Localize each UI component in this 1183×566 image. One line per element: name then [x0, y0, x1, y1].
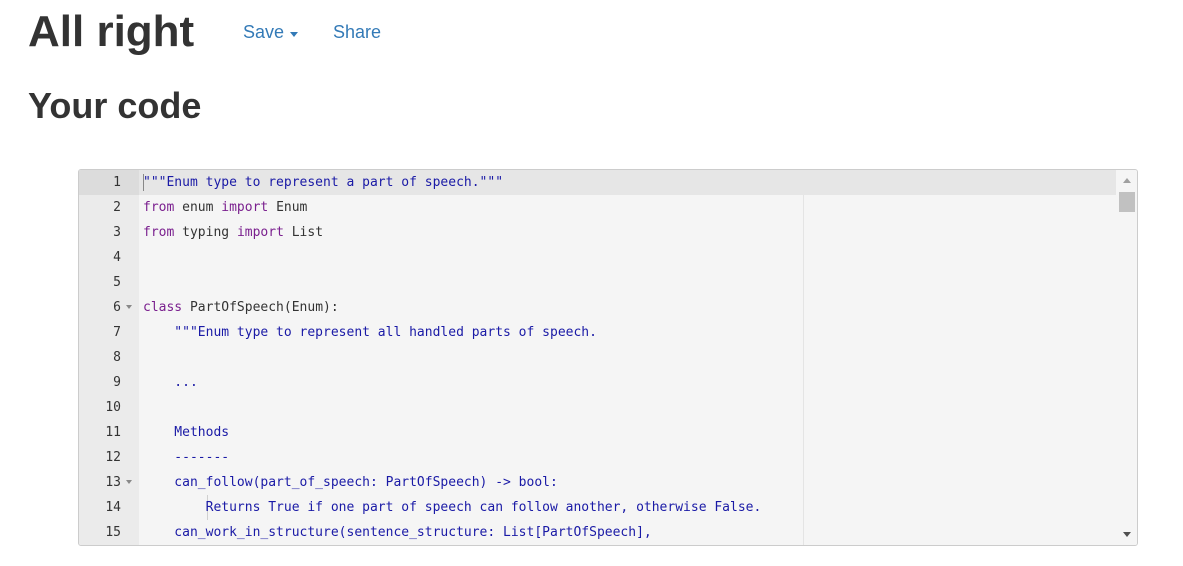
- fold-toggle-icon[interactable]: [126, 305, 132, 309]
- code-editor[interactable]: 1 """Enum type to represent a part of spe…: [78, 169, 1138, 546]
- code-string: can_follow(part_of_speech: PartOfSpeech)…: [143, 475, 558, 490]
- scroll-down-arrow-icon[interactable]: [1123, 532, 1131, 537]
- code-text: from typing import List: [143, 220, 323, 245]
- code-text: can_follow(part_of_speech: PartOfSpeech)…: [143, 470, 558, 495]
- line-number: 1: [79, 170, 139, 195]
- code-string: Returns True if one part of speech can f…: [143, 500, 762, 515]
- code-text: class PartOfSpeech(Enum):: [143, 295, 339, 320]
- line-number: 14: [105, 500, 121, 515]
- line-number: 12: [105, 450, 121, 465]
- code-text: """Enum type to represent all handled pa…: [143, 320, 597, 345]
- code-text: ...: [143, 370, 198, 395]
- caret-down-icon: [290, 31, 299, 37]
- code-text: Returns True if one part of speech can f…: [143, 495, 762, 520]
- code-lines[interactable]: 1 """Enum type to represent a part of spe…: [79, 170, 1116, 545]
- code-line[interactable]: 11 Methods: [79, 420, 1116, 445]
- line-number: 8: [113, 350, 121, 365]
- line-number: 5: [113, 275, 121, 290]
- code-line[interactable]: 9 ...: [79, 370, 1116, 395]
- scroll-up-arrow-icon[interactable]: [1123, 178, 1131, 183]
- code-line[interactable]: 14 Returns True if one part of speech ca…: [79, 495, 1116, 520]
- code-text: Methods: [143, 420, 229, 445]
- code-keyword: from: [143, 225, 175, 240]
- line-number: 2: [113, 200, 121, 215]
- line-number: 11: [105, 425, 121, 440]
- fold-toggle-icon[interactable]: [126, 480, 132, 484]
- text-cursor: [143, 174, 144, 191]
- code-string: can_work_in_structure(sentence_structure…: [143, 525, 652, 540]
- code-keyword: import: [236, 225, 284, 240]
- code-text: from enum import Enum: [143, 195, 307, 220]
- code-token: typing: [174, 225, 237, 240]
- line-number: 4: [113, 250, 121, 265]
- page-title: All right: [28, 7, 195, 56]
- code-keyword: from: [143, 200, 175, 215]
- code-line[interactable]: 4: [79, 245, 1116, 270]
- code-text: -------: [143, 445, 229, 470]
- scrollbar-thumb[interactable]: [1119, 192, 1135, 212]
- code-token: List: [283, 225, 324, 240]
- code-string: """Enum type to represent all handled pa…: [143, 325, 597, 340]
- page-header: All right: [28, 4, 194, 60]
- code-string: Methods: [143, 425, 230, 440]
- code-string: """Enum type to represent a part of spee…: [143, 175, 504, 190]
- section-title: Your code: [28, 85, 202, 126]
- share-link[interactable]: Share: [333, 22, 381, 43]
- line-number: 9: [113, 375, 121, 390]
- code-line[interactable]: 2 from enum import Enum: [79, 195, 1116, 220]
- line-number: 15: [105, 525, 121, 540]
- code-line[interactable]: 3 from typing import List: [79, 220, 1116, 245]
- save-label: Save: [243, 22, 285, 42]
- code-line[interactable]: 1 """Enum type to represent a part of spe…: [79, 170, 1116, 195]
- code-line[interactable]: 5: [79, 270, 1116, 295]
- code-token: PartOfSpeech(Enum):: [182, 300, 339, 315]
- code-text: can_work_in_structure(sentence_structure…: [143, 520, 652, 545]
- save-dropdown-button[interactable]: Save: [243, 22, 299, 43]
- line-number: 10: [105, 400, 121, 415]
- code-line[interactable]: 8: [79, 345, 1116, 370]
- code-string: ...: [143, 375, 198, 390]
- code-text: """Enum type to represent a part of spee…: [143, 170, 503, 195]
- code-token: enum: [174, 200, 222, 215]
- code-token: Enum: [268, 200, 308, 215]
- code-string: -------: [143, 450, 230, 465]
- code-line[interactable]: 10: [79, 395, 1116, 420]
- code-keyword: class: [143, 300, 183, 315]
- line-number: 7: [113, 325, 121, 340]
- code-line[interactable]: 13 can_follow(part_of_speech: PartOfSpee…: [79, 470, 1116, 495]
- code-line[interactable]: 15 can_work_in_structure(sentence_struct…: [79, 520, 1116, 545]
- line-number: 3: [113, 225, 121, 240]
- code-line[interactable]: 12 -------: [79, 445, 1116, 470]
- code-line[interactable]: 7 """Enum type to represent all handled …: [79, 320, 1116, 345]
- code-keyword: import: [221, 200, 269, 215]
- vertical-scrollbar[interactable]: [1117, 170, 1137, 545]
- code-line[interactable]: 6 class PartOfSpeech(Enum):: [79, 295, 1116, 320]
